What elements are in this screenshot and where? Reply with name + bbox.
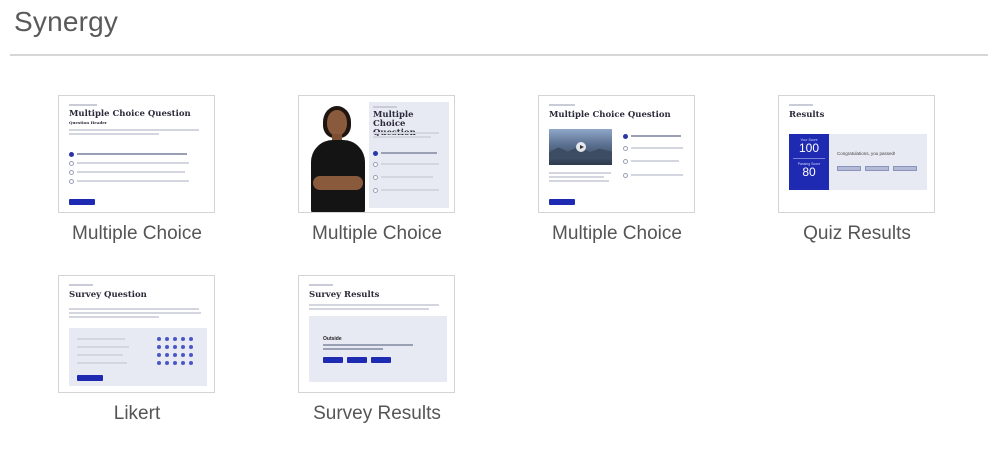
thumb-title: Results (789, 110, 825, 120)
template-label: Likert (113, 403, 161, 424)
template-tile-multiple-choice-image[interactable]: Multiple Choice Question Multiple Choice (297, 95, 457, 245)
template-label: Survey Results (313, 403, 441, 424)
template-tile-likert[interactable]: Survey Question Likert (57, 275, 217, 425)
video-thumbnail (549, 129, 612, 165)
thumb-subtitle: Question Header (69, 120, 107, 125)
template-label: Multiple Choice (312, 223, 442, 244)
template-label: Quiz Results (803, 223, 911, 244)
template-tile-multiple-choice-video[interactable]: Multiple Choice Question Multiple Choice (537, 95, 697, 245)
thumb-submit-button (69, 199, 95, 205)
thumb-submit-button (77, 375, 103, 381)
template-thumbnail: Multiple Choice Question (298, 95, 455, 213)
page-header: Synergy (14, 6, 118, 38)
page-title: Synergy (14, 6, 119, 37)
thumb-eyebrow (69, 104, 97, 106)
template-thumbnail: Results Your Score 100 Passing Score 80 … (778, 95, 935, 213)
your-score: 100 (798, 141, 820, 155)
thumb-title: Multiple Choice Question (549, 110, 671, 120)
passing-score: 80 (802, 165, 816, 179)
score-box: Your Score 100 Passing Score 80 (789, 134, 829, 190)
survey-panel-title: Outside (323, 336, 342, 342)
thumb-submit-button (549, 199, 575, 205)
template-thumbnail: Multiple Choice Question (538, 95, 695, 213)
results-message: Congratulations, you passed! (837, 151, 896, 156)
template-label: Multiple Choice (552, 223, 682, 244)
template-thumbnail: Multiple Choice Question Question Header (58, 95, 215, 213)
template-tile-quiz-results[interactable]: Results Your Score 100 Passing Score 80 … (777, 95, 937, 245)
template-thumbnail: Survey Question (58, 275, 215, 393)
template-tile-multiple-choice-text[interactable]: Multiple Choice Question Question Header… (57, 95, 217, 245)
thumb-title: Survey Results (309, 290, 380, 300)
template-label: Multiple Choice (72, 223, 202, 244)
play-icon (576, 142, 586, 152)
template-tile-survey-results[interactable]: Survey Results Outside Survey Results (297, 275, 457, 425)
thumb-title: Multiple Choice Question (69, 109, 191, 119)
template-thumbnail: Survey Results Outside (298, 275, 455, 393)
thumb-title: Survey Question (69, 290, 147, 300)
header-divider (10, 54, 988, 56)
person-image (299, 96, 377, 212)
